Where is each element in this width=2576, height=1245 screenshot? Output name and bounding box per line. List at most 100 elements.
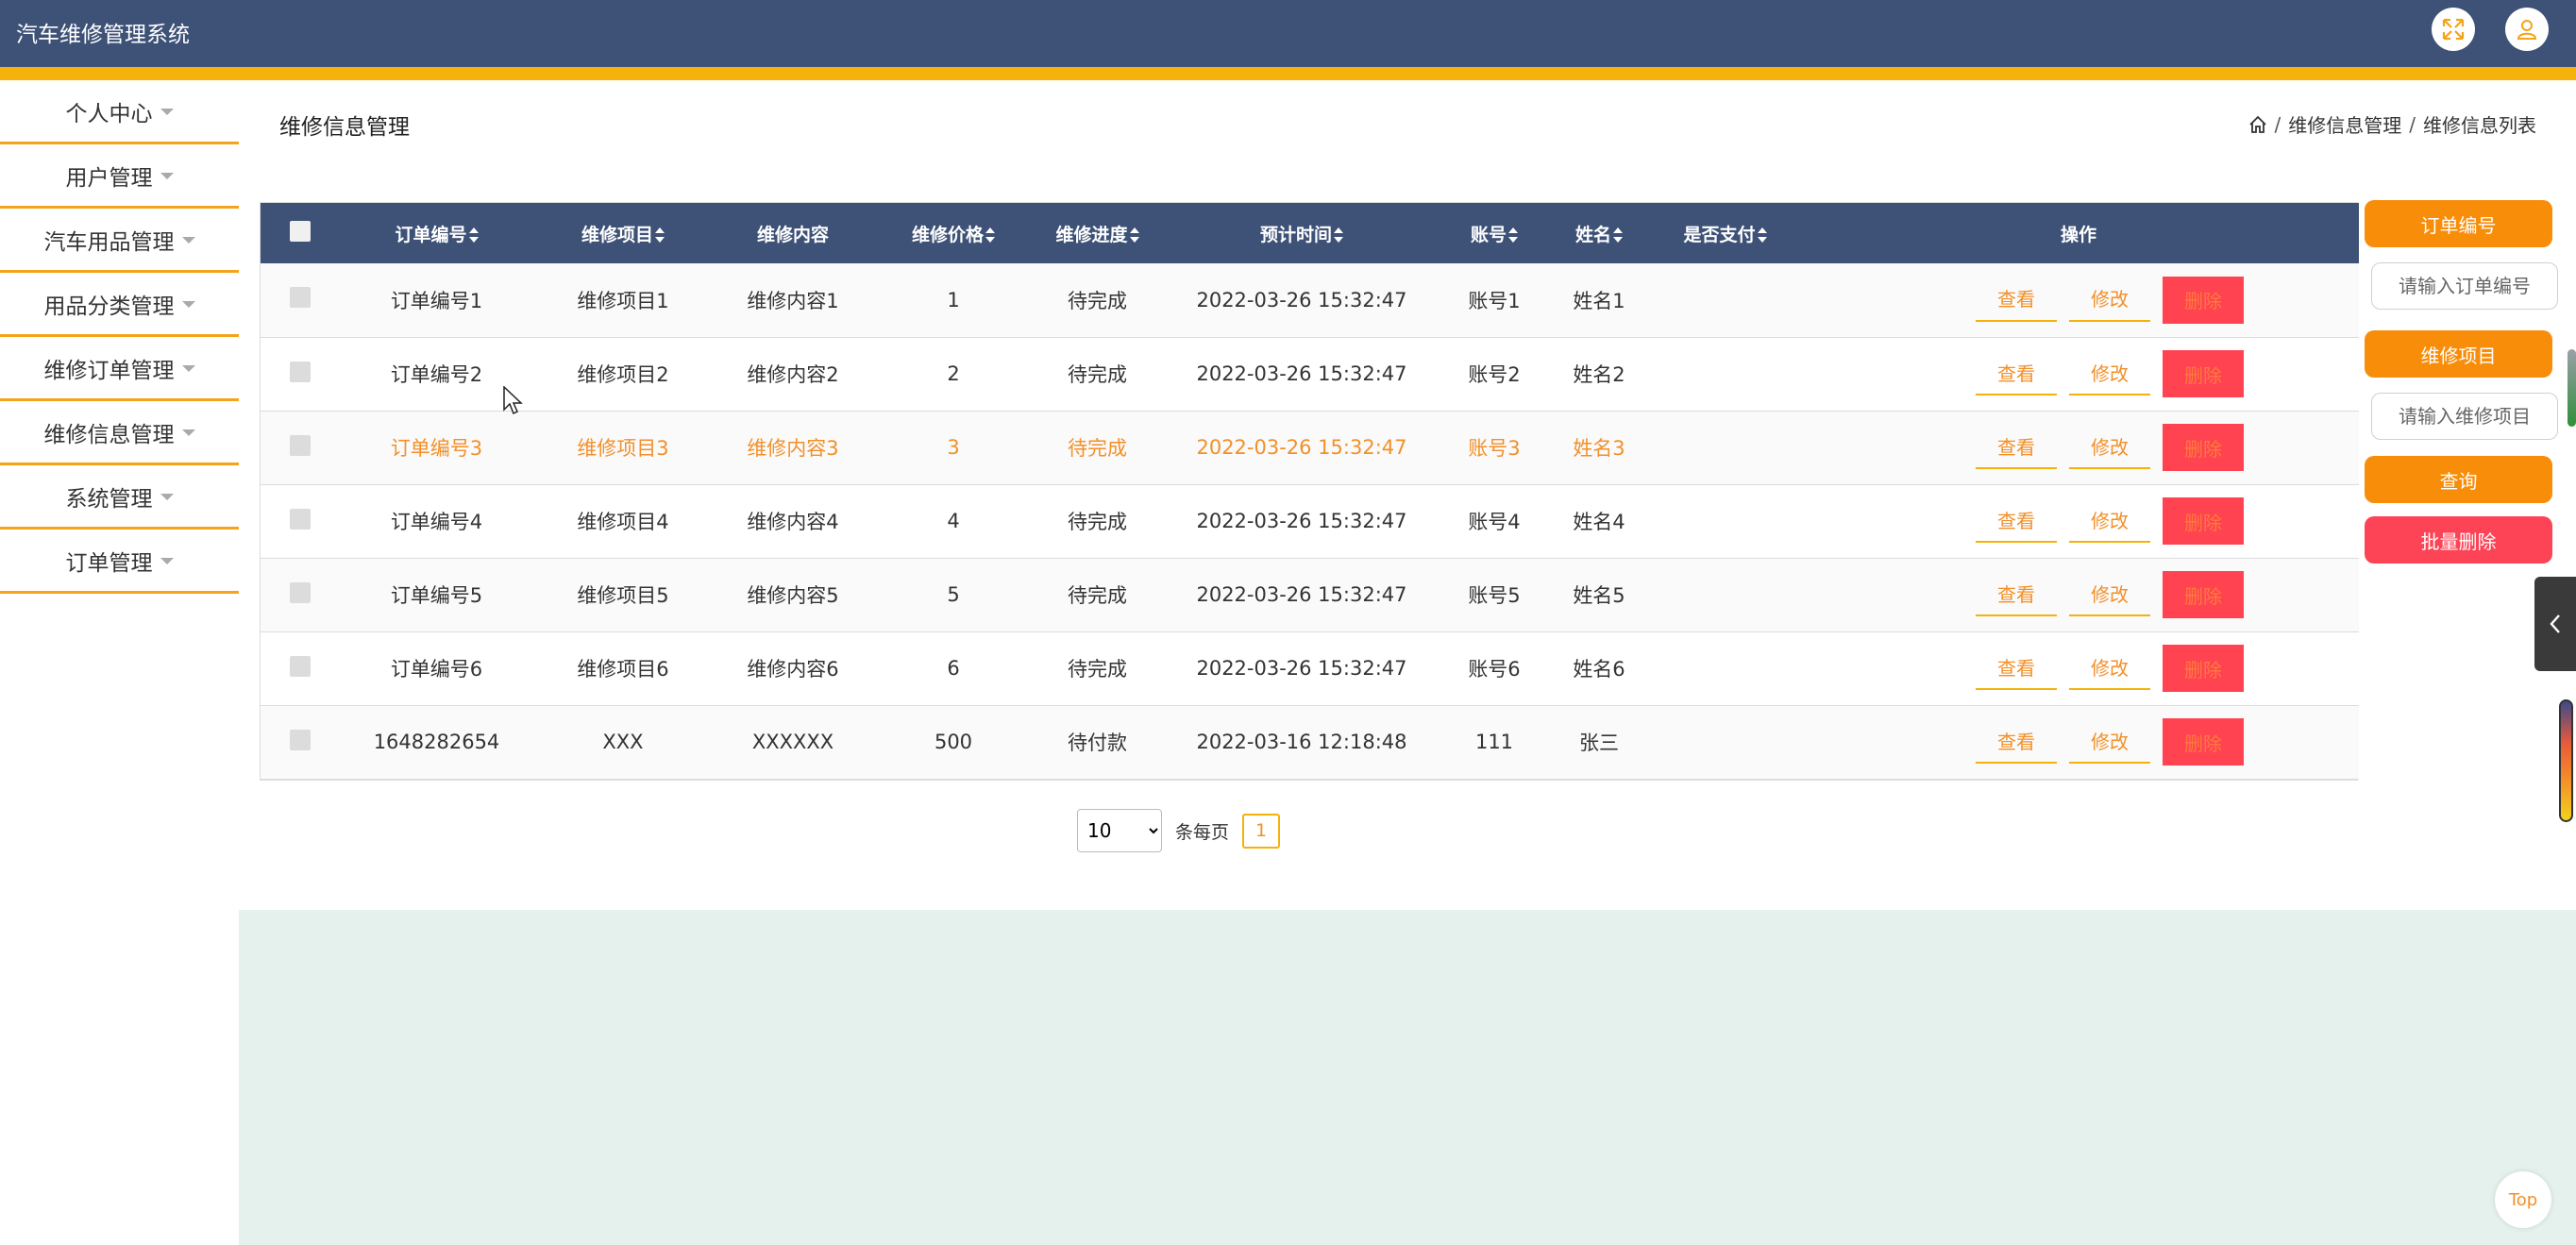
query-button[interactable]: 查询 (2365, 456, 2552, 503)
caret-down-icon (160, 173, 174, 179)
sort-icon[interactable] (468, 227, 479, 243)
sidebar-item-label: 维修订单管理 (43, 358, 175, 383)
edit-button[interactable]: 修改 (2069, 571, 2150, 616)
view-button[interactable]: 查看 (1976, 497, 2057, 543)
cell-name: 姓名6 (1573, 658, 1625, 681)
cell-content: 维修内容5 (747, 584, 839, 607)
table-row: 订单编号1 维修项目1 维修内容1 1 待完成 2022-03-26 15:32:47 账号… (261, 263, 2359, 337)
cell-content: 维修内容3 (747, 437, 839, 460)
sidebar-item-orders[interactable]: 订单管理 (0, 530, 239, 594)
column-header-time[interactable]: 预计时间 (1161, 203, 1442, 263)
column-header-progress[interactable]: 维修进度 (1034, 203, 1161, 263)
sidebar: 个人中心 用户管理 汽车用品管理 用品分类管理 维修订单管理 维修信息管理 系统… (0, 80, 239, 594)
sort-icon[interactable] (1613, 227, 1623, 243)
table-row: 订单编号6 维修项目6 维修内容6 6 待完成 2022-03-26 15:32:47 账号… (261, 631, 2359, 705)
page-size-select[interactable]: 10 (1077, 809, 1162, 852)
row-checkbox[interactable] (290, 729, 311, 750)
order-no-label-button[interactable]: 订单编号 (2365, 200, 2552, 247)
back-to-top-button[interactable]: Top (2495, 1171, 2551, 1228)
column-header-account[interactable]: 账号 (1442, 203, 1546, 263)
chevron-left-icon (2550, 614, 2560, 633)
collapse-panel-tab[interactable] (2534, 577, 2576, 671)
view-button[interactable]: 查看 (1976, 718, 2057, 764)
repair-item-search-input[interactable] (2371, 393, 2558, 440)
cell-ops: 查看 修改 删除 (1798, 631, 2359, 705)
cell-time: 2022-03-26 15:32:47 (1196, 436, 1407, 459)
edit-button[interactable]: 修改 (2069, 645, 2150, 690)
sidebar-item-repair-info[interactable]: 维修信息管理 (0, 401, 239, 465)
delete-button[interactable]: 删除 (2163, 718, 2244, 766)
cell-name: 姓名5 (1573, 584, 1625, 607)
cell-account: 账号1 (1468, 289, 1521, 312)
cell-ops: 查看 修改 删除 (1798, 263, 2359, 337)
sidebar-item-user-management[interactable]: 用户管理 (0, 144, 239, 209)
delete-button[interactable]: 删除 (2163, 571, 2244, 618)
delete-button[interactable]: 删除 (2163, 497, 2244, 545)
table-row: 1648282654 XXX XXXXXX 500 待付款 2022-03-16 12:1… (261, 705, 2359, 779)
edit-button[interactable]: 修改 (2069, 497, 2150, 543)
column-header-paid[interactable]: 是否支付 (1652, 203, 1798, 263)
cell-progress: 待完成 (1068, 363, 1127, 386)
fullscreen-button[interactable] (2432, 8, 2475, 51)
batch-delete-button[interactable]: 批量删除 (2365, 516, 2552, 564)
caret-down-icon (181, 301, 195, 308)
sidebar-item-supply-categories[interactable]: 用品分类管理 (0, 273, 239, 337)
cell-progress: 待完成 (1068, 658, 1127, 681)
edit-button[interactable]: 修改 (2069, 424, 2150, 469)
delete-button[interactable]: 删除 (2163, 350, 2244, 397)
sort-icon[interactable] (1757, 227, 1767, 243)
cell-paid (1652, 558, 1798, 631)
row-select-cell (261, 411, 340, 484)
cell-name: 姓名4 (1573, 511, 1625, 533)
column-header-item[interactable]: 维修项目 (533, 203, 713, 263)
delete-button[interactable]: 删除 (2163, 645, 2244, 692)
row-checkbox[interactable] (290, 434, 311, 456)
row-checkbox[interactable] (290, 508, 311, 530)
view-button[interactable]: 查看 (1976, 350, 2057, 395)
scroll-indicator[interactable] (2568, 349, 2576, 427)
select-all-checkbox[interactable] (290, 220, 311, 242)
user-button[interactable] (2505, 8, 2549, 51)
sort-icon[interactable] (1334, 227, 1343, 243)
row-checkbox[interactable] (290, 581, 311, 603)
sort-icon[interactable] (655, 227, 665, 243)
row-checkbox[interactable] (290, 361, 311, 382)
table-row: 订单编号4 维修项目4 维修内容4 4 待完成 2022-03-26 15:32:47 账号… (261, 484, 2359, 558)
cell-price: 6 (947, 657, 960, 680)
sidebar-item-car-supplies[interactable]: 汽车用品管理 (0, 209, 239, 273)
view-button[interactable]: 查看 (1976, 277, 2057, 322)
row-checkbox[interactable] (290, 287, 311, 309)
cell-order-no: 订单编号3 (390, 437, 483, 460)
caret-down-icon (160, 494, 174, 500)
cell-progress: 待完成 (1068, 289, 1127, 312)
row-checkbox[interactable] (290, 655, 311, 677)
thermometer-gauge-widget[interactable] (2559, 699, 2573, 822)
page-number-current[interactable]: 1 (1242, 813, 1281, 849)
column-header-order-no[interactable]: 订单编号 (340, 203, 533, 263)
repair-info-table: 订单编号 维修项目 维修内容 维修价格 维修进度 预计时间 账号 姓名 是否支付… (260, 202, 2359, 781)
cell-order-no: 订单编号4 (390, 511, 483, 533)
column-header-name[interactable]: 姓名 (1546, 203, 1652, 263)
column-header-price[interactable]: 维修价格 (873, 203, 1034, 263)
sort-icon[interactable] (1508, 227, 1518, 243)
edit-button[interactable]: 修改 (2069, 277, 2150, 322)
order-no-search-input[interactable] (2371, 262, 2558, 310)
breadcrumb-item[interactable]: 维修信息管理 (2288, 110, 2401, 138)
cell-order-no: 订单编号5 (390, 584, 483, 607)
view-button[interactable]: 查看 (1976, 645, 2057, 690)
edit-button[interactable]: 修改 (2069, 718, 2150, 764)
sidebar-item-personal-center[interactable]: 个人中心 (0, 80, 239, 144)
sidebar-item-repair-orders[interactable]: 维修订单管理 (0, 337, 239, 401)
home-icon[interactable] (2248, 115, 2267, 134)
edit-button[interactable]: 修改 (2069, 350, 2150, 395)
delete-button[interactable]: 删除 (2163, 276, 2244, 324)
sort-icon[interactable] (1129, 227, 1139, 243)
view-button[interactable]: 查看 (1976, 424, 2057, 469)
row-select-cell (261, 337, 340, 411)
repair-item-label-button[interactable]: 维修项目 (2365, 330, 2552, 378)
delete-button[interactable]: 删除 (2163, 424, 2244, 471)
sidebar-item-system[interactable]: 系统管理 (0, 465, 239, 530)
view-button[interactable]: 查看 (1976, 571, 2057, 616)
sidebar-item-label: 个人中心 (65, 101, 153, 126)
sort-icon[interactable] (985, 227, 995, 243)
